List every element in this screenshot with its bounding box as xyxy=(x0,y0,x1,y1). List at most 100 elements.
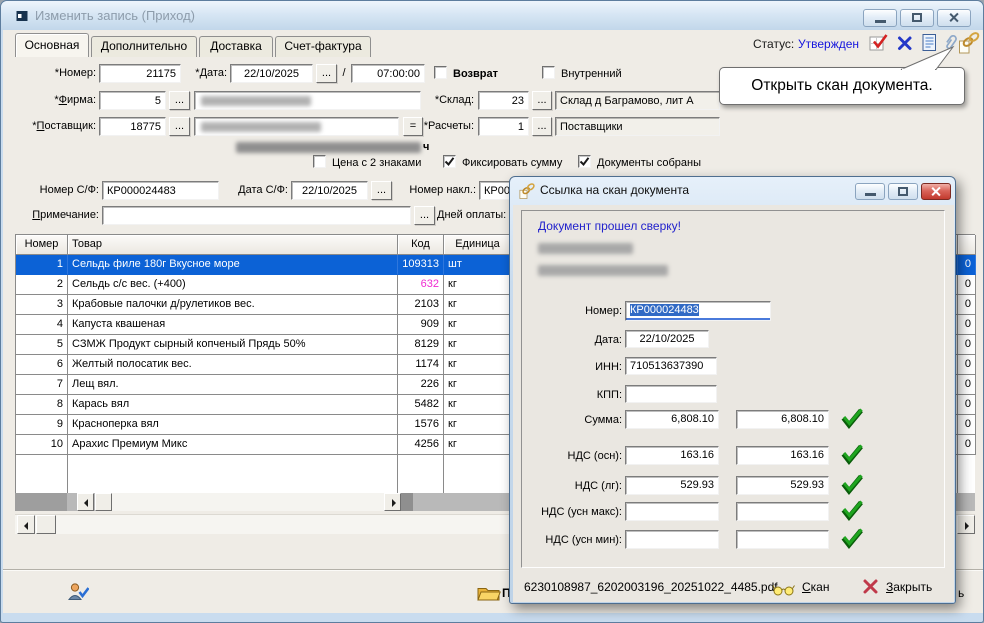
tab-delivery[interactable]: Доставка xyxy=(199,36,273,57)
vat-usn-max-input-2[interactable] xyxy=(736,502,829,521)
firm-name-field[interactable] xyxy=(194,91,421,110)
scan-link-dialog: Ссылка на скан документа Документ прошел… xyxy=(509,176,956,604)
vat-usn-min-input-1[interactable] xyxy=(625,530,719,549)
docs-collected-checkbox[interactable] xyxy=(578,155,591,168)
vat-main-label: НДС (осн): xyxy=(522,447,622,466)
col-header-code[interactable]: Код xyxy=(398,235,444,255)
price-2-digits-label: Цена с 2 знаками xyxy=(332,156,421,171)
number-input[interactable]: 21175 xyxy=(99,64,181,83)
return-checkbox[interactable] xyxy=(434,66,447,79)
redacted-person-name xyxy=(236,142,421,153)
dialog-number-label: Номер: xyxy=(522,302,622,321)
invoice-date-picker-button[interactable]: ... xyxy=(371,181,392,200)
scroll-right-button[interactable] xyxy=(384,493,401,511)
col-header-extra[interactable] xyxy=(958,235,976,255)
window-title: Изменить запись (Приход) xyxy=(35,8,195,23)
match-check-icon xyxy=(840,443,864,465)
vat-main-input-2[interactable]: 163.16 xyxy=(736,446,829,465)
dialog-kpp-input[interactable] xyxy=(625,385,717,403)
scroll-left-button[interactable] xyxy=(77,493,94,511)
maximize-icon xyxy=(912,13,922,22)
scroll-right-button[interactable] xyxy=(957,515,975,534)
firm-input[interactable]: 5 xyxy=(99,91,166,110)
note-input[interactable] xyxy=(102,206,411,225)
invoice-number-input[interactable]: КР000024483 xyxy=(102,181,219,200)
dialog-inn-input[interactable]: 710513637390 xyxy=(625,357,717,375)
tab-invoice[interactable]: Счет-фактура xyxy=(275,36,371,57)
supplier-label: *Поставщик: xyxy=(21,116,96,136)
dialog-maximize-button[interactable] xyxy=(888,183,918,200)
firm-label: *Фирма: xyxy=(21,90,96,110)
dialog-close-action[interactable]: Закрыть xyxy=(886,580,932,594)
dialog-close-button[interactable] xyxy=(921,183,951,200)
firm-lookup-button[interactable]: ... xyxy=(169,91,190,110)
settlements-input[interactable]: 1 xyxy=(478,117,529,136)
redacted-line xyxy=(538,243,633,254)
supplier-lookup-button[interactable]: ... xyxy=(169,117,190,136)
dialog-minimize-button[interactable] xyxy=(855,183,885,200)
warehouse-lookup-button[interactable]: ... xyxy=(532,91,552,110)
approve-icon[interactable] xyxy=(869,33,888,52)
vat-usn-max-label: НДС (усн макс): xyxy=(522,503,622,522)
tab-additional[interactable]: Дополнительно xyxy=(91,36,197,57)
redacted-line xyxy=(538,265,668,276)
tab-main[interactable]: Основная xyxy=(15,33,89,57)
sum-input-1[interactable]: 6,808.10 xyxy=(625,410,719,429)
redacted-firm-name xyxy=(201,96,311,106)
settlements-name-field: Поставщики xyxy=(555,117,720,136)
scroll-thumb[interactable] xyxy=(36,515,56,534)
vat-lg-input-1[interactable]: 529.93 xyxy=(625,476,719,495)
sum-input-2[interactable]: 6,808.10 xyxy=(736,410,829,429)
dialog-kpp-label: КПП: xyxy=(522,386,622,405)
user-approve-icon[interactable] xyxy=(67,582,89,603)
match-check-icon xyxy=(840,499,864,521)
note-lookup-button[interactable]: ... xyxy=(414,206,435,225)
scroll-thumb[interactable] xyxy=(95,493,112,511)
scan-filename: 6230108987_6202003196_20251022_4485.pdf xyxy=(524,580,778,594)
time-separator: / xyxy=(340,63,348,83)
invoice-date-label: Дата С/Ф: xyxy=(229,180,288,200)
internal-checkbox[interactable] xyxy=(542,66,555,79)
warehouse-label: *Склад: xyxy=(425,90,474,110)
vat-usn-min-input-2[interactable] xyxy=(736,530,829,549)
time-input[interactable]: 07:00:00 xyxy=(351,64,425,83)
scroll-track[interactable] xyxy=(112,493,384,511)
dialog-number-input[interactable]: КР000024483 xyxy=(625,301,771,321)
vat-lg-input-2[interactable]: 529.93 xyxy=(736,476,829,495)
maximize-icon xyxy=(898,187,908,196)
glasses-icon xyxy=(772,583,796,596)
vat-usn-max-input-1[interactable] xyxy=(625,502,719,521)
number-label: *Номер: xyxy=(21,63,96,83)
supplier-name-field[interactable] xyxy=(194,117,399,136)
chain-icon xyxy=(518,182,536,200)
supplier-input[interactable]: 18775 xyxy=(99,117,166,136)
invoice-date-input[interactable]: 22/10/2025 xyxy=(291,181,368,200)
payment-days-label: Дней оплаты: xyxy=(437,205,511,225)
col-header-num[interactable]: Номер xyxy=(16,235,68,255)
open-folder-icon[interactable] xyxy=(477,584,501,602)
price-2-digits-checkbox[interactable] xyxy=(313,155,326,168)
main-titlebar[interactable]: Изменить запись (Приход) xyxy=(1,1,983,30)
minimize-button[interactable] xyxy=(863,9,897,27)
close-button[interactable] xyxy=(937,9,971,27)
status-value[interactable]: Утвержден xyxy=(798,37,859,51)
dialog-panel: Документ прошел сверку! Номер: КР0000244… xyxy=(521,210,945,568)
fix-sum-checkbox[interactable] xyxy=(443,155,456,168)
date-input[interactable]: 22/10/2025 xyxy=(230,64,313,83)
internal-label: Внутренний xyxy=(561,67,622,82)
maximize-button[interactable] xyxy=(900,9,934,27)
scroll-segment xyxy=(401,493,413,511)
col-header-product[interactable]: Товар xyxy=(68,235,398,255)
date-picker-button[interactable]: ... xyxy=(316,64,337,83)
dialog-title: Ссылка на скан документа xyxy=(540,183,689,197)
dialog-date-input[interactable]: 22/10/2025 xyxy=(625,330,709,348)
settlements-lookup-button[interactable]: ... xyxy=(532,117,552,136)
warehouse-input[interactable]: 23 xyxy=(478,91,529,110)
scan-button[interactable]: Скан xyxy=(802,580,830,594)
docs-collected-label: Документы собраны xyxy=(597,156,701,171)
vat-main-input-1[interactable]: 163.16 xyxy=(625,446,719,465)
scroll-left-button[interactable] xyxy=(17,515,35,534)
match-check-icon xyxy=(840,527,864,549)
col-header-unit[interactable]: Единица xyxy=(444,235,512,255)
scroll-segment xyxy=(15,493,67,511)
